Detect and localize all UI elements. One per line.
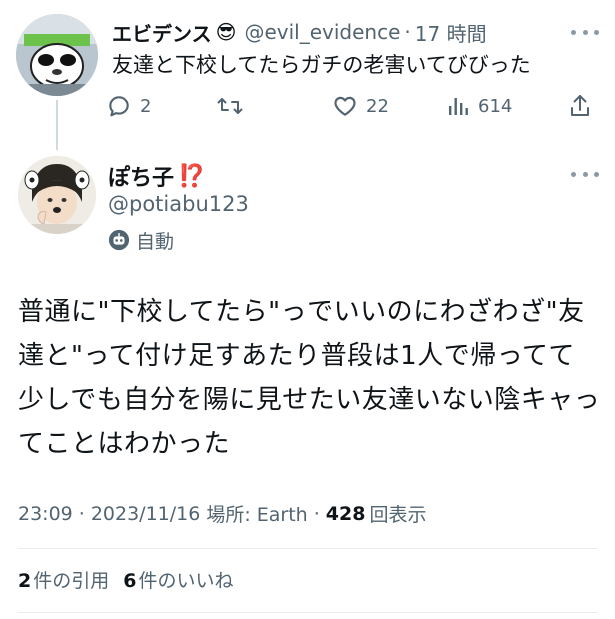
share-button[interactable]: [568, 88, 592, 124]
reply-button[interactable]: 2: [106, 88, 151, 124]
main-author-name-row: ぽち子 ⁉️: [108, 160, 205, 192]
quotes-label: 件の引用: [33, 570, 110, 592]
main-avatar-image: [18, 156, 96, 234]
reply-icon: [109, 96, 129, 117]
tweet-location: 場所: Earth: [206, 504, 308, 526]
divider: [18, 548, 597, 549]
automated-account-label[interactable]: 自動: [108, 226, 174, 254]
main-tweet-line: 少しでも自分を陽に見せたい友達いない陰キャっ: [18, 385, 601, 415]
views-total-count: 428: [325, 502, 366, 525]
main-avatar[interactable]: [18, 156, 96, 234]
main-tweet-line: 普通に"下校してたら"っでいいのにわざわざ"友: [18, 297, 585, 327]
retweet-icon: [217, 98, 243, 114]
likes-total-label: 件のいいね: [138, 570, 234, 592]
main-tweet-line: 達と"って付け足すあたり普段は1人で帰ってて: [18, 341, 575, 371]
parent-avatar-image: [16, 14, 98, 96]
parent-action-bar: 2 22 614: [106, 88, 606, 124]
like-icon: [334, 96, 356, 116]
sunglasses-emoji-icon: 😎: [215, 20, 237, 44]
like-button[interactable]: 22: [332, 88, 389, 124]
main-tweet-text: 普通に"下校してたら"っでいいのにわざわざ"友 達と"って付け足すあたり普段は1…: [18, 290, 601, 466]
divider: [18, 612, 597, 613]
main-handle[interactable]: @potiabu123: [108, 192, 249, 216]
exclamation-question-emoji-icon: ⁉️: [178, 163, 206, 189]
retweet-button[interactable]: [216, 88, 252, 124]
thread-connector-line: [56, 100, 58, 150]
views-total-label: 回表示: [369, 504, 427, 526]
meta-separator: ·: [313, 502, 320, 525]
like-count: 22: [366, 95, 389, 117]
tweet-time[interactable]: 23:09: [18, 503, 73, 525]
parent-header: エビデンス 😎 @evil_evidence · 17 時間: [112, 18, 487, 46]
share-icon: [571, 95, 589, 116]
parent-handle[interactable]: @evil_evidence: [244, 20, 400, 44]
meta-separator: ·: [78, 502, 85, 525]
main-more-icon[interactable]: [571, 168, 599, 180]
parent-timestamp[interactable]: 17 時間: [415, 18, 487, 47]
parent-separator: ·: [404, 20, 411, 44]
quotes-link[interactable]: 2 件の引用: [18, 566, 109, 593]
parent-tweet-text: 友達と下校してたらガチの老害いてびびった: [112, 53, 531, 77]
parent-author-name[interactable]: エビデンス: [112, 18, 212, 47]
tweet-date[interactable]: 2023/11/16: [91, 503, 201, 525]
main-author-name[interactable]: ぽち子: [108, 160, 174, 192]
views-icon: [449, 98, 468, 115]
tweet-meta: 23:09 · 2023/11/16 場所: Earth · 428 回表示: [18, 500, 426, 527]
main-tweet-line: てことはわかった: [18, 429, 231, 459]
parent-more-icon[interactable]: [571, 26, 599, 38]
reply-count: 2: [140, 95, 152, 117]
likes-link[interactable]: 6 件のいいね: [123, 566, 233, 593]
bot-icon: [108, 229, 130, 251]
automated-label-text: 自動: [136, 230, 175, 253]
views-count: 614: [478, 95, 513, 117]
likes-total-count: 6: [123, 570, 137, 592]
engagement-stats: 2 件の引用 6 件のいいね: [18, 566, 234, 593]
parent-avatar[interactable]: [16, 14, 98, 96]
views-button[interactable]: 614: [446, 88, 512, 124]
quotes-count: 2: [18, 570, 32, 592]
